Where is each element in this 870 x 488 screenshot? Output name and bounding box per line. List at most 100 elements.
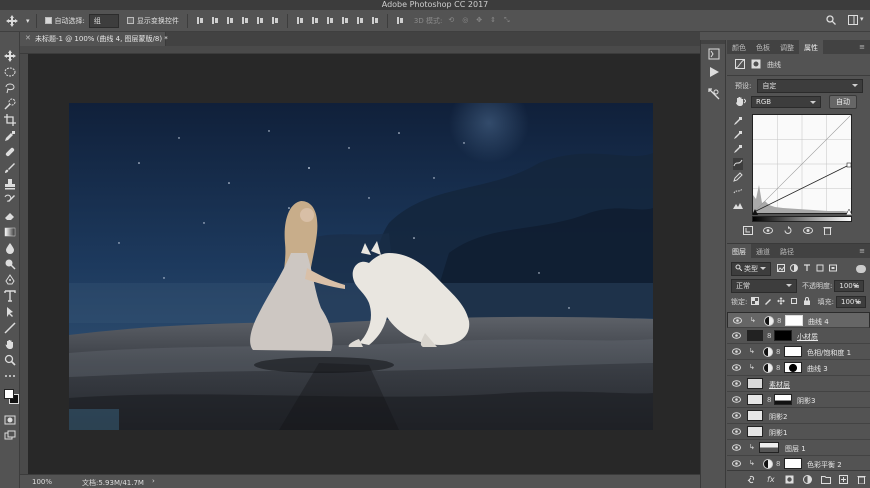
horizontal-ruler[interactable]	[20, 46, 700, 54]
toggle-visibility-icon[interactable]	[803, 226, 813, 237]
3d-scale-icon[interactable]: ⤡	[504, 16, 510, 25]
visibility-eye-icon[interactable]	[732, 396, 741, 403]
layer-mask-thumbnail[interactable]	[774, 394, 792, 405]
tool-presets-icon[interactable]	[708, 88, 720, 100]
layer-row[interactable]: 阴影1	[727, 424, 870, 440]
align-right-icon[interactable]	[271, 16, 279, 25]
visibility-eye-icon[interactable]	[732, 444, 741, 451]
visibility-eye-icon[interactable]	[732, 460, 741, 467]
filter-shape-icon[interactable]	[816, 264, 824, 274]
layer-name[interactable]: 曲线 4	[808, 317, 829, 327]
channel-dropdown[interactable]: RGB	[751, 96, 821, 108]
brush-tool-icon[interactable]	[4, 162, 16, 174]
opacity-field[interactable]: 100%	[834, 280, 865, 292]
foreground-color-swatch[interactable]	[4, 389, 14, 399]
link-icon[interactable]: 8	[776, 460, 780, 468]
eyedropper-tool-icon[interactable]	[4, 130, 16, 142]
fill-field[interactable]: 100%	[836, 296, 866, 308]
white-point-eyedropper-icon[interactable]	[733, 144, 743, 156]
layer-thumbnail[interactable]	[747, 410, 763, 421]
layer-mask-thumbnail[interactable]	[784, 458, 802, 469]
quick-selection-tool-icon[interactable]	[4, 98, 16, 110]
clipping-warning-icon[interactable]	[733, 200, 743, 212]
distribute-right-icon[interactable]	[371, 16, 379, 25]
layer-thumbnail[interactable]	[747, 378, 763, 389]
tab-layers[interactable]: 图层	[727, 244, 751, 258]
align-top-icon[interactable]	[196, 16, 204, 25]
3d-pan-icon[interactable]: ✥	[476, 16, 482, 25]
color-swatches[interactable]	[4, 386, 19, 408]
auto-select-checkbox[interactable]	[44, 17, 52, 24]
target-adjust-hand-icon[interactable]	[735, 96, 747, 108]
tab-swatches[interactable]: 色板	[751, 40, 775, 54]
lock-transparent-icon[interactable]	[751, 297, 760, 307]
new-group-icon[interactable]	[821, 475, 831, 484]
panel-menu-icon[interactable]: ≡	[854, 40, 870, 54]
close-icon[interactable]: ✕	[25, 34, 31, 42]
screen-mode-icon[interactable]	[4, 430, 16, 442]
visibility-eye-icon[interactable]	[732, 332, 741, 339]
path-selection-tool-icon[interactable]	[4, 306, 16, 318]
layer-row[interactable]: ↳ 8 曲线 3	[727, 360, 870, 376]
actions-play-icon[interactable]	[708, 66, 720, 78]
layer-name[interactable]: 阴影2	[769, 412, 787, 422]
layer-name[interactable]: 色相/饱和度 1	[807, 348, 851, 358]
search-icon[interactable]	[826, 15, 836, 27]
layer-row[interactable]: 8 阴影3	[727, 392, 870, 408]
black-point-eyedropper-icon[interactable]	[733, 116, 743, 128]
new-layer-icon[interactable]	[839, 475, 848, 484]
history-brush-tool-icon[interactable]	[4, 194, 16, 206]
gradient-tool-icon[interactable]	[4, 226, 16, 238]
visibility-eye-icon[interactable]	[733, 317, 742, 324]
distribute-bottom-icon[interactable]	[326, 16, 334, 25]
visibility-eye-icon[interactable]	[732, 348, 741, 355]
layer-name[interactable]: 阴影1	[769, 428, 787, 438]
history-panel-icon[interactable]	[708, 48, 720, 60]
show-transform-checkbox[interactable]	[126, 17, 134, 24]
lock-artboard-icon[interactable]	[790, 297, 798, 307]
visibility-eye-icon[interactable]	[732, 380, 741, 387]
filter-adjustment-icon[interactable]	[790, 264, 798, 274]
pen-tool-icon[interactable]	[4, 274, 16, 286]
align-left-icon[interactable]	[241, 16, 249, 25]
curves-graph[interactable]	[752, 114, 852, 214]
layer-style-fx-icon[interactable]: fx	[767, 475, 776, 484]
gray-point-eyedropper-icon[interactable]	[733, 130, 743, 142]
delete-layer-icon[interactable]	[857, 475, 866, 485]
line-tool-icon[interactable]	[4, 322, 16, 334]
distribute-vcenter-icon[interactable]	[311, 16, 319, 25]
link-layers-icon[interactable]	[747, 475, 756, 484]
layer-thumbnail[interactable]	[747, 330, 763, 341]
link-icon[interactable]: 8	[767, 332, 771, 340]
marquee-tool-icon[interactable]	[4, 66, 16, 78]
filter-kind-dropdown[interactable]: 类型	[731, 262, 771, 276]
blur-tool-icon[interactable]	[4, 242, 16, 254]
lasso-tool-icon[interactable]	[4, 82, 16, 94]
lock-all-icon[interactable]	[803, 297, 811, 307]
visibility-eye-icon[interactable]	[732, 428, 741, 435]
layer-row[interactable]: 素材层	[727, 376, 870, 392]
link-icon[interactable]: 8	[776, 364, 780, 372]
layer-name[interactable]: 曲线 3	[807, 364, 828, 374]
tab-paths[interactable]: 路径	[775, 244, 799, 258]
tab-adjustments[interactable]: 调整	[775, 40, 799, 54]
align-vcenter-icon[interactable]	[211, 16, 219, 25]
align-hcenter-icon[interactable]	[256, 16, 264, 25]
workspace-chevron-icon[interactable]: ▾	[860, 15, 864, 23]
auto-button[interactable]: 自动	[829, 95, 857, 109]
3d-rotate-icon[interactable]: ⟲	[448, 16, 454, 25]
white-input-slider-icon[interactable]	[845, 208, 853, 217]
chevron-down-icon[interactable]: ▾	[26, 17, 30, 25]
layer-row[interactable]: ↳ 图层 1	[727, 440, 870, 456]
layer-thumbnail[interactable]	[747, 394, 763, 405]
layer-row[interactable]: 8 小材质	[727, 328, 870, 344]
eraser-tool-icon[interactable]	[4, 210, 16, 222]
add-mask-icon[interactable]	[785, 475, 794, 484]
distribute-hcenter-icon[interactable]	[356, 16, 364, 25]
canvas-image[interactable]	[69, 103, 653, 430]
zoom-level[interactable]: 100%	[32, 478, 52, 486]
clip-to-layer-icon[interactable]	[743, 225, 753, 237]
layer-row[interactable]: 阴影2	[727, 408, 870, 424]
auto-select-dropdown[interactable]: 组	[88, 13, 119, 28]
delete-adjustment-icon[interactable]	[823, 226, 832, 237]
